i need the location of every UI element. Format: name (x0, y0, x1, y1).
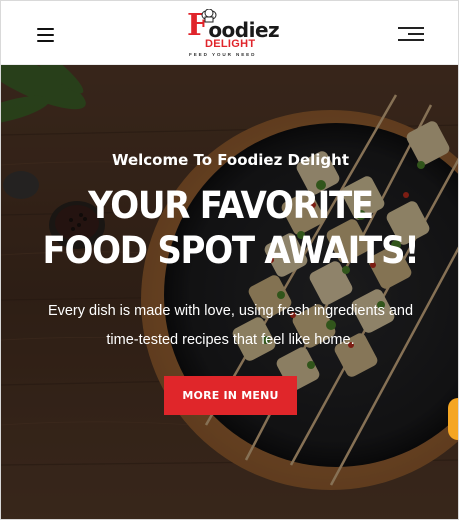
logo-tagline: FEED YOUR NEED (189, 52, 257, 57)
chef-hat-icon (201, 9, 217, 23)
page-frame: F oodiez DELIGHT FEED YOUR NEED Welcome … (0, 0, 459, 520)
offcanvas-menu-icon[interactable] (398, 27, 424, 41)
hero-content: Welcome To Foodiez Delight YOUR FAVORITE… (1, 65, 458, 519)
logo-subtitle: DELIGHT (205, 38, 256, 50)
hero-headline: YOUR FAVORITE FOOD SPOT AWAITS! (42, 184, 420, 272)
site-header: F oodiez DELIGHT FEED YOUR NEED (1, 1, 458, 65)
site-logo[interactable]: F oodiez DELIGHT FEED YOUR NEED (187, 9, 280, 59)
side-floating-tab[interactable] (448, 398, 458, 440)
hero-welcome: Welcome To Foodiez Delight (111, 151, 350, 169)
hamburger-menu-icon[interactable] (37, 28, 54, 42)
hero-section: Welcome To Foodiez Delight YOUR FAVORITE… (1, 65, 458, 519)
hero-description: Every dish is made with love, using fres… (47, 303, 414, 348)
more-in-menu-button[interactable]: MORE IN MENU (164, 376, 297, 415)
